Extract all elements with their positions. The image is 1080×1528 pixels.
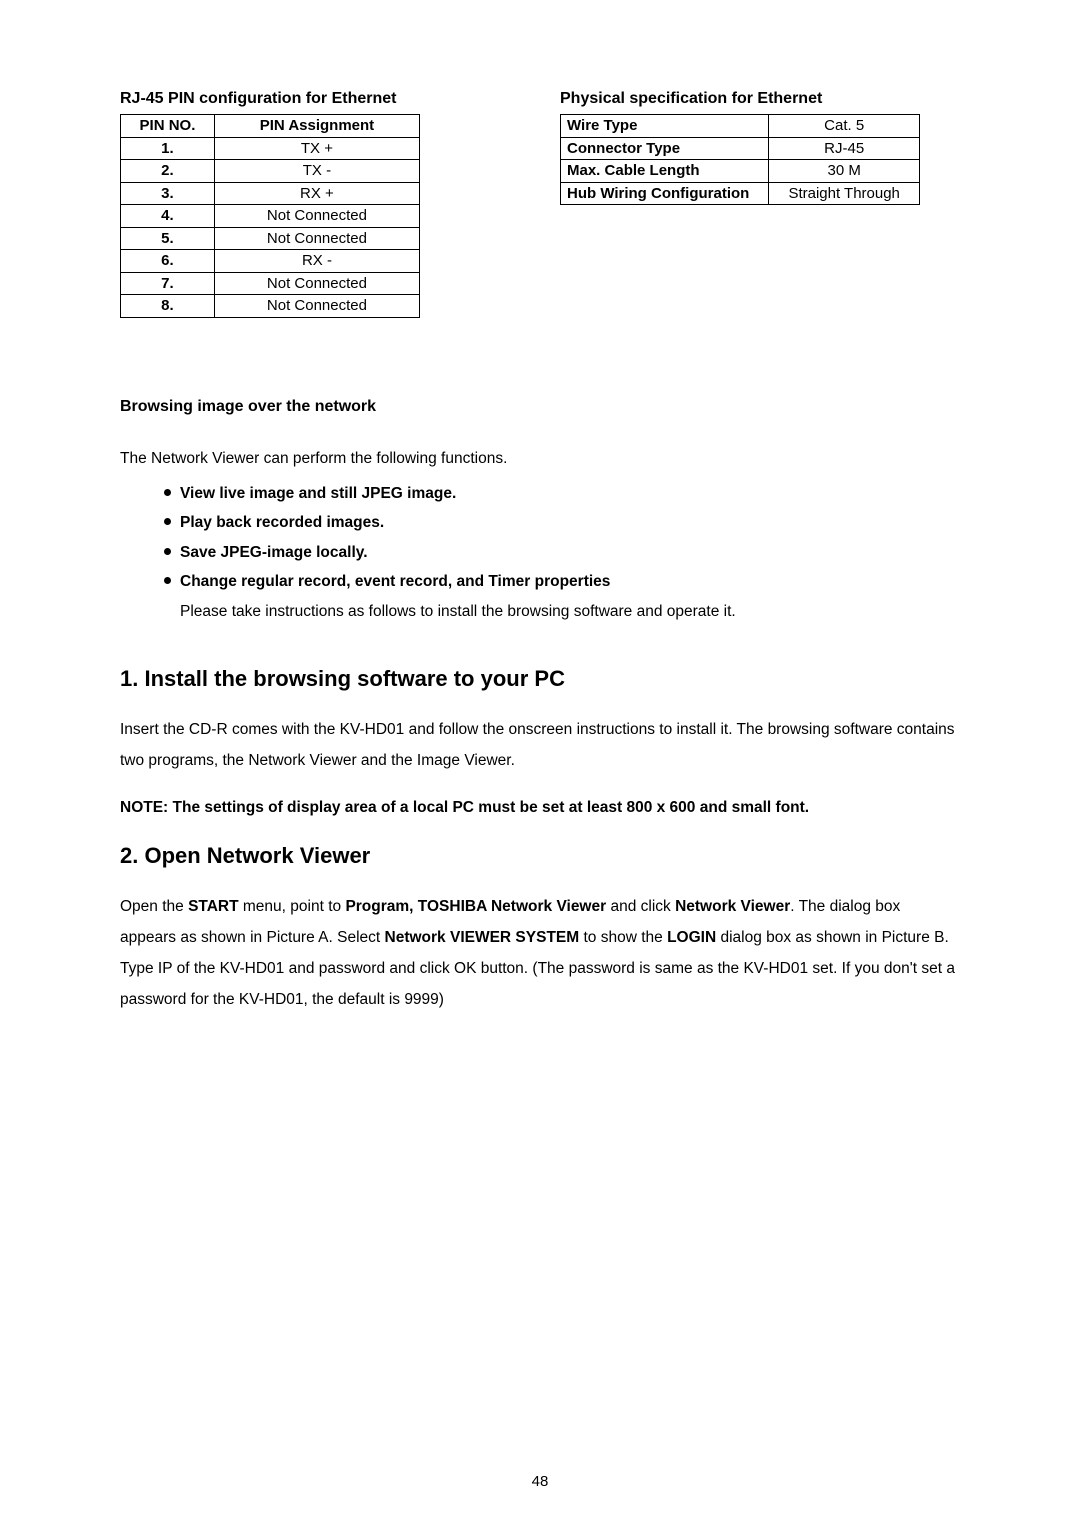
note-line: NOTE: The settings of display area of a … <box>120 792 960 823</box>
text-run: menu, point to <box>239 898 346 915</box>
pin-val: Not Connected <box>214 295 419 318</box>
spec-key: Hub Wiring Configuration <box>561 182 769 205</box>
bold-start: START <box>188 898 239 915</box>
pin-config-table: PIN NO. PIN Assignment 1.TX + 2.TX - 3.R… <box>120 114 420 318</box>
list-item: Change regular record, event record, and… <box>164 567 960 596</box>
table-row: 3.RX + <box>121 182 420 205</box>
spec-val: Straight Through <box>769 182 920 205</box>
pin-val: RX - <box>214 250 419 273</box>
table-row: Connector TypeRJ-45 <box>561 137 920 160</box>
text-run: Open the <box>120 898 188 915</box>
pin-head-no: PIN NO. <box>121 115 215 138</box>
pin-val: RX + <box>214 182 419 205</box>
pin-val: Not Connected <box>214 272 419 295</box>
pin-no: 1. <box>121 137 215 160</box>
spec-key: Max. Cable Length <box>561 160 769 183</box>
table-row: Wire TypeCat. 5 <box>561 115 920 138</box>
pin-table-title: RJ-45 PIN configuration for Ethernet <box>120 90 520 108</box>
table-row: Hub Wiring ConfigurationStraight Through <box>561 182 920 205</box>
pin-no: 7. <box>121 272 215 295</box>
intro-paragraph: The Network Viewer can perform the follo… <box>120 444 960 473</box>
table-row: 5.Not Connected <box>121 227 420 250</box>
pin-val: Not Connected <box>214 205 419 228</box>
pin-table-column: RJ-45 PIN configuration for Ethernet PIN… <box>120 90 520 318</box>
tables-row: RJ-45 PIN configuration for Ethernet PIN… <box>120 90 960 318</box>
spec-table-title: Physical specification for Ethernet <box>560 90 960 108</box>
spec-key: Wire Type <box>561 115 769 138</box>
table-row: 8.Not Connected <box>121 295 420 318</box>
table-row: Max. Cable Length30 M <box>561 160 920 183</box>
feature-bullet-list: View live image and still JPEG image. Pl… <box>120 479 960 597</box>
open-viewer-paragraph: Open the START menu, point to Program, T… <box>120 891 960 1015</box>
pin-no: 2. <box>121 160 215 183</box>
page-number: 48 <box>0 1473 1080 1490</box>
pin-head-assign: PIN Assignment <box>214 115 419 138</box>
bold-viewer-system: Network VIEWER SYSTEM <box>385 929 580 946</box>
spec-val: Cat. 5 <box>769 115 920 138</box>
list-item: Play back recorded images. <box>164 508 960 537</box>
spec-val: RJ-45 <box>769 137 920 160</box>
sub-instruction-line: Please take instructions as follows to i… <box>120 597 960 626</box>
pin-no: 5. <box>121 227 215 250</box>
heading-install-software: 1. Install the browsing software to your… <box>120 666 960 692</box>
pin-val: TX + <box>214 137 419 160</box>
table-row: PIN NO. PIN Assignment <box>121 115 420 138</box>
table-row: 7.Not Connected <box>121 272 420 295</box>
spec-table-column: Physical specification for Ethernet Wire… <box>560 90 960 205</box>
spec-val: 30 M <box>769 160 920 183</box>
install-paragraph: Insert the CD-R comes with the KV-HD01 a… <box>120 714 960 776</box>
pin-no: 8. <box>121 295 215 318</box>
table-row: 4.Not Connected <box>121 205 420 228</box>
list-item: View live image and still JPEG image. <box>164 479 960 508</box>
heading-open-viewer: 2. Open Network Viewer <box>120 843 960 869</box>
list-item: Save JPEG-image locally. <box>164 538 960 567</box>
text-run: to show the <box>579 929 667 946</box>
pin-no: 4. <box>121 205 215 228</box>
page-container: RJ-45 PIN configuration for Ethernet PIN… <box>0 0 1080 1528</box>
text-run: and click <box>606 898 675 915</box>
pin-no: 6. <box>121 250 215 273</box>
physical-spec-table: Wire TypeCat. 5 Connector TypeRJ-45 Max.… <box>560 114 920 205</box>
table-row: 2.TX - <box>121 160 420 183</box>
pin-val: Not Connected <box>214 227 419 250</box>
pin-val: TX - <box>214 160 419 183</box>
text-run: . <box>790 898 794 915</box>
section-title-browsing: Browsing image over the network <box>120 398 960 416</box>
table-row: 1.TX + <box>121 137 420 160</box>
spec-key: Connector Type <box>561 137 769 160</box>
bold-program: Program, TOSHIBA Network Viewer <box>345 898 606 915</box>
table-row: 6.RX - <box>121 250 420 273</box>
bold-network-viewer: Network Viewer <box>675 898 790 915</box>
pin-no: 3. <box>121 182 215 205</box>
bold-login: LOGIN <box>667 929 716 946</box>
